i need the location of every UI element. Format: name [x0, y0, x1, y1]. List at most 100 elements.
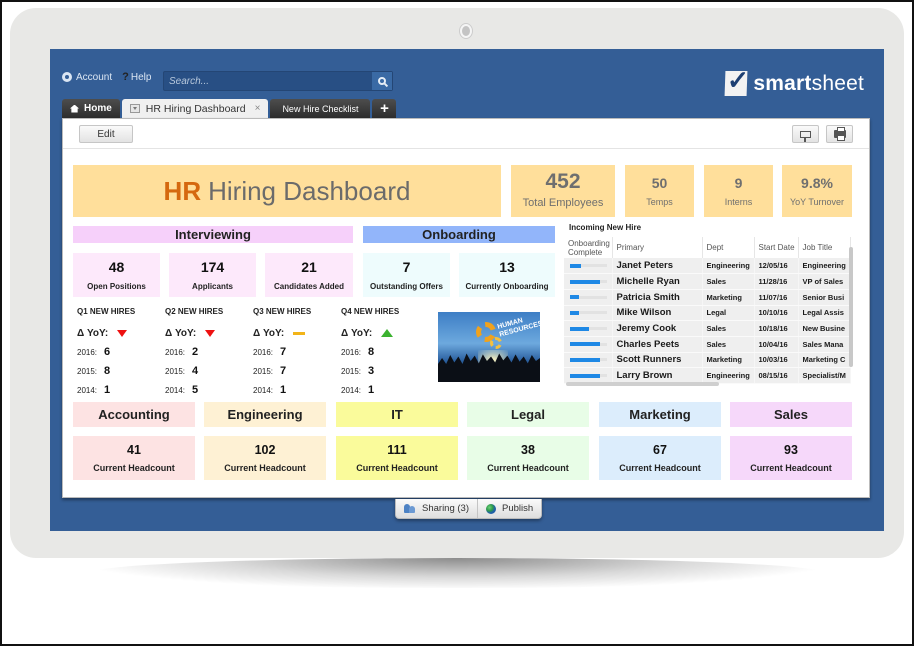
- dept-cell[interactable]: Sales: [702, 320, 755, 337]
- table-row[interactable]: Scott Runners Marketing 10/03/16 Marketi…: [564, 352, 851, 369]
- kpi-value: 7: [402, 259, 411, 275]
- year-label: 2014:: [165, 385, 186, 395]
- department-headcount-card: 111 Current Headcount: [336, 436, 458, 480]
- job-title-cell[interactable]: Legal Assis: [798, 305, 851, 322]
- start-date-cell[interactable]: 10/10/16: [754, 305, 799, 322]
- progress-bar: [570, 310, 607, 315]
- job-title-cell[interactable]: Senior Busi: [798, 289, 851, 306]
- table-row[interactable]: Patricia Smith Marketing 11/07/16 Senior…: [564, 289, 851, 306]
- progress-bar: [570, 326, 607, 331]
- print-button[interactable]: [826, 125, 853, 143]
- help-icon: ?: [122, 71, 129, 83]
- dept-cell[interactable]: Sales: [702, 336, 755, 353]
- stat-value: 9.8%: [801, 175, 833, 191]
- start-date-cell[interactable]: 10/04/16: [754, 336, 799, 353]
- kpi-label: Currently Onboarding: [465, 282, 549, 291]
- onboarding-progress-cell: [564, 273, 613, 290]
- search-input[interactable]: [164, 72, 372, 90]
- primary-cell[interactable]: Janet Peters: [612, 258, 703, 275]
- account-menu[interactable]: Account: [62, 72, 112, 83]
- onboarding-progress-cell: [564, 305, 613, 322]
- start-date-cell[interactable]: 10/03/16: [754, 352, 799, 369]
- tab-hr-hiring-dashboard[interactable]: HR Hiring Dashboard ×: [121, 99, 269, 118]
- start-date-cell[interactable]: 08/15/16: [754, 367, 799, 384]
- dept-cell[interactable]: Marketing: [702, 352, 755, 369]
- year-label: 2016:: [253, 347, 274, 357]
- job-title-cell[interactable]: New Busine: [798, 320, 851, 337]
- progress-fill: [570, 342, 600, 347]
- year-count: 8: [368, 346, 375, 358]
- headcount-value: 67: [653, 443, 667, 457]
- trend-flat-icon: [293, 331, 306, 335]
- start-date-cell[interactable]: 12/05/16: [754, 258, 799, 275]
- table-row[interactable]: Charles Peets Sales 10/04/16 Sales Mana: [564, 336, 851, 353]
- job-title-cell[interactable]: Sales Mana: [798, 336, 851, 353]
- account-label: Account: [76, 71, 113, 83]
- year-row: 2015: 3: [341, 364, 427, 378]
- start-date-cell[interactable]: 11/28/16: [754, 273, 799, 290]
- dept-cell[interactable]: Engineering: [702, 258, 755, 275]
- department-header: Legal: [467, 402, 589, 427]
- column-header[interactable]: Job Title: [798, 237, 851, 258]
- primary-cell[interactable]: Charles Peets: [612, 336, 703, 353]
- dept-cell[interactable]: Legal: [702, 305, 755, 322]
- tab-new-hire-checklist[interactable]: New Hire Checklist: [270, 99, 371, 118]
- kpi-value: 21: [301, 259, 317, 275]
- new-hire-table: Onboarding Complete Primary Dept Start Date…: [564, 237, 851, 384]
- yoy-row: Δ YoY:: [341, 326, 427, 340]
- edit-button[interactable]: Edit: [79, 125, 133, 143]
- job-title-cell[interactable]: Marketing C: [798, 352, 851, 369]
- stat-label: Total Employees: [522, 197, 604, 209]
- vertical-scrollbar[interactable]: [849, 247, 853, 367]
- kpi-value: 48: [108, 259, 125, 275]
- primary-cell[interactable]: Jeremy Cook: [612, 320, 703, 337]
- headcount-value: 93: [784, 443, 798, 457]
- year-count: 5: [192, 384, 199, 396]
- yoy-label: Δ YoY:: [341, 327, 373, 339]
- job-title-cell[interactable]: VP of Sales: [798, 273, 851, 290]
- primary-cell[interactable]: Michelle Ryan: [612, 273, 703, 290]
- year-row: 2016: 6: [77, 345, 163, 359]
- column-header[interactable]: Dept: [702, 237, 755, 258]
- device-frame: Account ? Help smartsheet Home HR Hiring…: [10, 8, 904, 558]
- job-title-cell[interactable]: Engineering: [798, 258, 851, 275]
- table-row[interactable]: Janet Peters Engineering 12/05/16 Engine…: [564, 258, 851, 275]
- kpi-label: Applicants: [192, 282, 233, 291]
- tab-home[interactable]: Home: [62, 99, 120, 118]
- column-header[interactable]: Onboarding Complete: [564, 237, 613, 258]
- year-count: 2: [192, 346, 199, 358]
- dropdown-icon[interactable]: [129, 104, 140, 113]
- primary-cell[interactable]: Patricia Smith: [612, 289, 703, 306]
- kpi-label: Open Positions: [87, 282, 146, 291]
- start-date-cell[interactable]: 11/07/16: [754, 289, 799, 306]
- column-header[interactable]: Primary: [612, 237, 703, 258]
- column-header[interactable]: Start Date: [754, 237, 799, 258]
- sharing-button[interactable]: Sharing (3): [396, 499, 477, 518]
- year-label: 2014:: [253, 385, 274, 395]
- primary-cell[interactable]: Mike Wilson: [612, 305, 703, 322]
- dept-cell[interactable]: Marketing: [702, 289, 755, 306]
- year-label: 2015:: [253, 366, 274, 376]
- kpi-currently-onboarding: 13 Currently Onboarding: [459, 253, 555, 297]
- search-button[interactable]: [372, 72, 392, 90]
- present-button[interactable]: [792, 125, 819, 143]
- horizontal-scrollbar[interactable]: [566, 382, 719, 386]
- title-accent: HR: [163, 175, 202, 206]
- device-shadow: [90, 558, 824, 588]
- publish-button[interactable]: Publish: [477, 499, 541, 518]
- report-title: Incoming New Hire: [569, 223, 642, 232]
- yoy-label: Δ YoY:: [77, 327, 109, 339]
- start-date-cell[interactable]: 10/18/16: [754, 320, 799, 337]
- table-row[interactable]: Jeremy Cook Sales 10/18/16 New Busine: [564, 320, 851, 337]
- add-tab-button[interactable]: +: [372, 99, 397, 118]
- close-icon[interactable]: ×: [255, 103, 261, 114]
- job-title-cell[interactable]: Specialist/M: [798, 367, 851, 384]
- dept-cell[interactable]: Sales: [702, 273, 755, 290]
- globe-icon: [486, 503, 496, 514]
- table-row[interactable]: Michelle Ryan Sales 11/28/16 VP of Sales: [564, 273, 851, 290]
- table-row[interactable]: Mike Wilson Legal 10/10/16 Legal Assis: [564, 305, 851, 322]
- help-menu[interactable]: ? Help: [122, 71, 151, 83]
- department-headcount-card: 93 Current Headcount: [730, 436, 852, 480]
- primary-cell[interactable]: Scott Runners: [612, 352, 703, 369]
- yoy-label: Δ YoY:: [165, 327, 197, 339]
